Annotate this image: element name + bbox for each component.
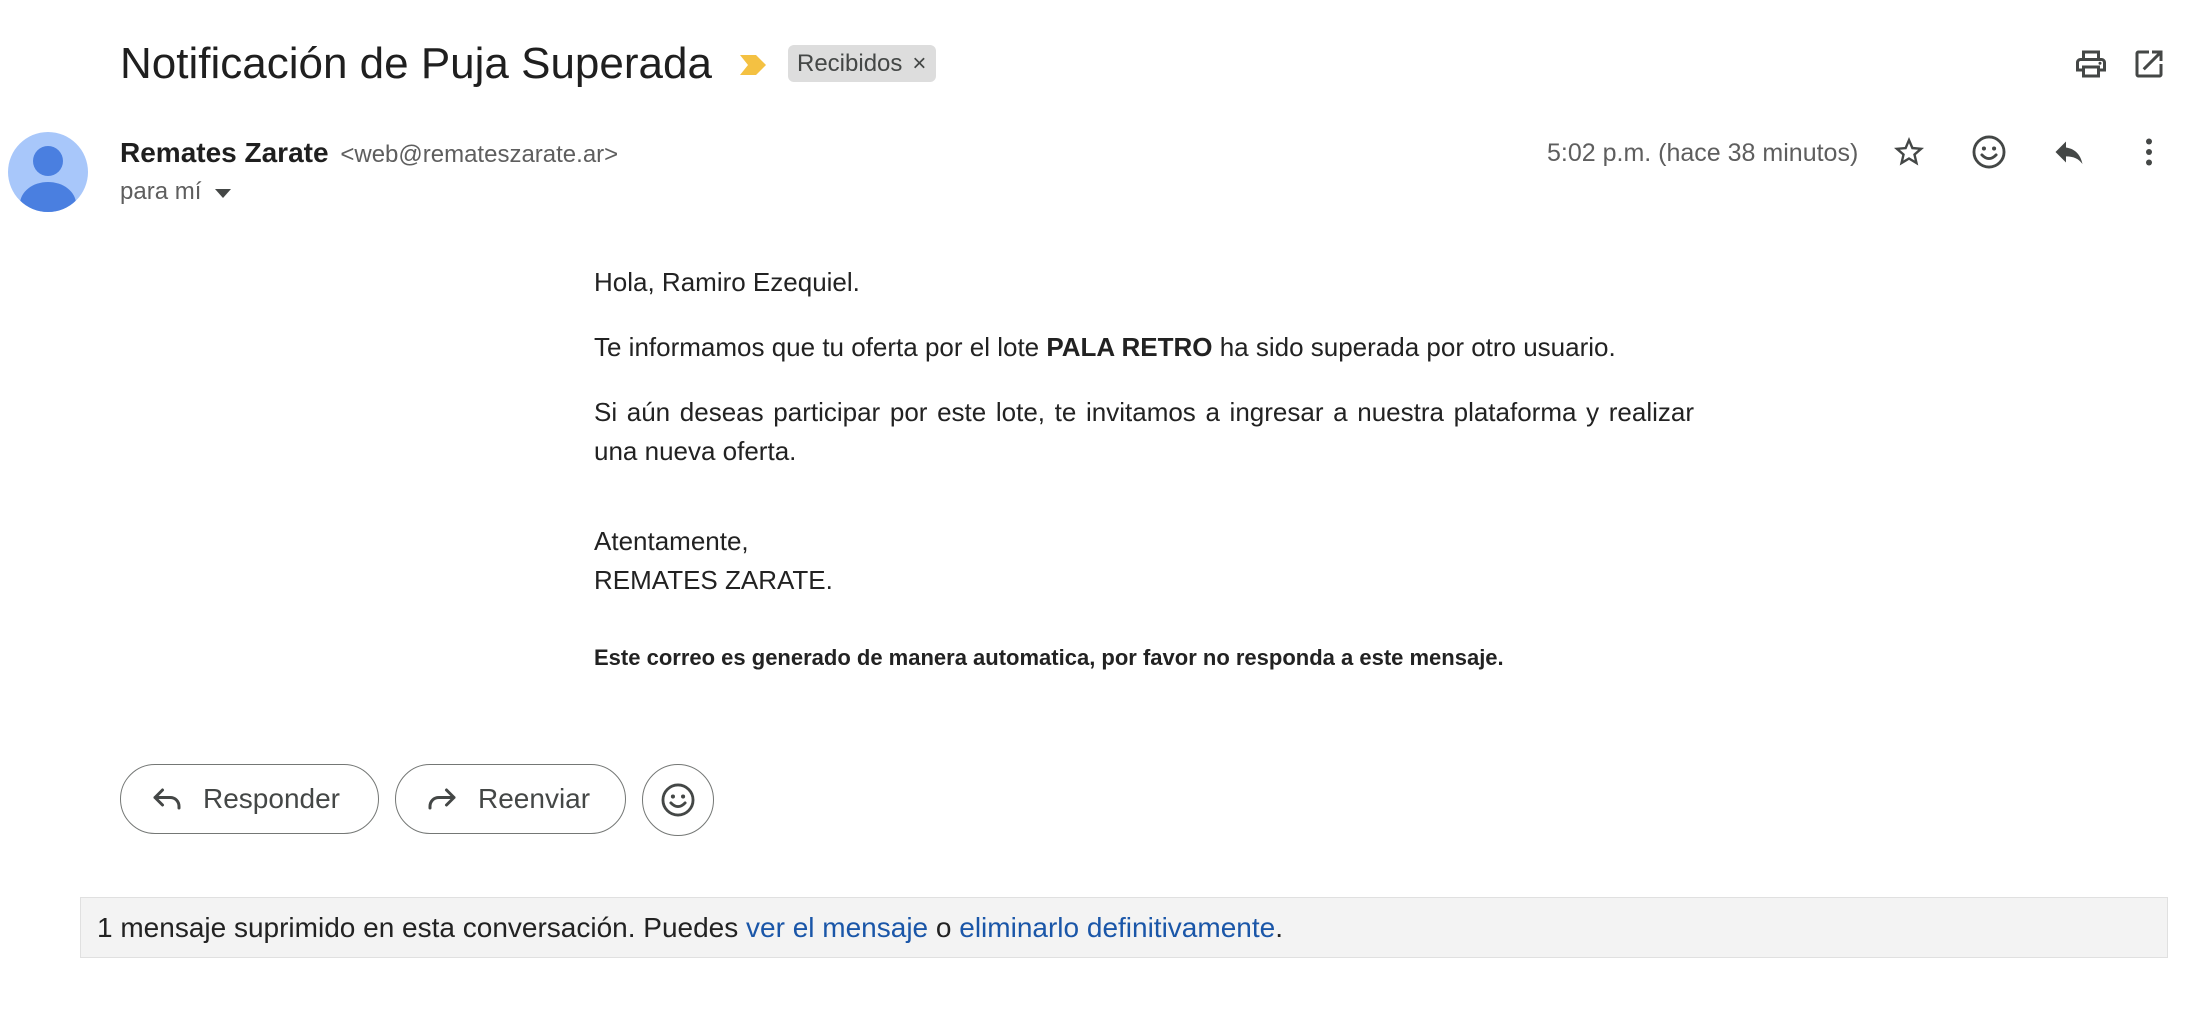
signature-text: REMATES ZARATE. [594, 565, 833, 595]
importance-marker-icon[interactable] [738, 52, 768, 78]
recipient-line[interactable]: para mí [120, 175, 232, 209]
automatic-email-notice: Este correo es generado de manera automa… [594, 645, 1504, 670]
forward-button-label: Reenviar [478, 783, 591, 814]
sender-email: <web@remateszarate.ar> [340, 141, 619, 168]
reply-button[interactable]: Responder [120, 764, 379, 834]
print-icon[interactable] [2071, 44, 2111, 84]
suppressed-message-banner: 1 mensaje suprimido en esta conversación… [80, 897, 2168, 958]
greeting-text: Hola, Ramiro Ezequiel. [594, 267, 860, 297]
sender-avatar[interactable] [8, 132, 88, 212]
reply-button-label: Responder [203, 783, 340, 814]
sender-name[interactable]: Remates Zarate [120, 137, 329, 168]
emoji-reaction-button[interactable] [642, 764, 714, 836]
remove-label-icon[interactable]: × [912, 50, 926, 78]
outbid-text-after: ha sido superada por otro usuario. [1212, 332, 1616, 362]
label-chip-text: Recibidos [797, 49, 903, 77]
open-in-new-window-icon[interactable] [2129, 44, 2169, 84]
more-options-icon[interactable] [2129, 132, 2169, 172]
sender-line: Remates Zarate <web@remateszarate.ar> [120, 135, 618, 173]
delete-permanently-link[interactable]: eliminarlo definitivamente [959, 912, 1275, 944]
view-message-link[interactable]: ver el mensaje [746, 912, 928, 944]
recipient-text: para mí [120, 178, 202, 205]
suppressed-end-text: . [1275, 911, 1283, 943]
forward-button[interactable]: Reenviar [395, 764, 626, 834]
forward-icon [424, 781, 460, 817]
email-timestamp: 5:02 p.m. (hace 38 minutos) [1547, 139, 1859, 167]
reply-icon[interactable] [2049, 132, 2089, 172]
default-avatar-icon [20, 146, 76, 212]
invitation-paragraph: Si aún deseas participar por este lote, … [594, 397, 1694, 466]
reply-icon [149, 781, 185, 817]
lot-name: PALA RETRO [1046, 332, 1213, 362]
label-chip-inbox[interactable]: Recibidos × [788, 45, 937, 82]
outbid-paragraph: Te informamos que tu oferta por el lote … [594, 328, 1694, 367]
emoji-icon [661, 783, 695, 817]
suppressed-text: 1 mensaje suprimido en esta conversación… [97, 911, 747, 943]
closing-text: Atentamente, [594, 526, 749, 556]
email-subject: Notificación de Puja Superada [120, 39, 712, 88]
outbid-text-before: Te informamos que tu oferta por el lote [594, 332, 1047, 362]
suppressed-or-text: o [928, 911, 960, 943]
show-details-caret-icon[interactable] [215, 188, 232, 198]
emoji-reaction-icon[interactable] [1969, 132, 2009, 172]
star-icon[interactable] [1889, 132, 1929, 172]
